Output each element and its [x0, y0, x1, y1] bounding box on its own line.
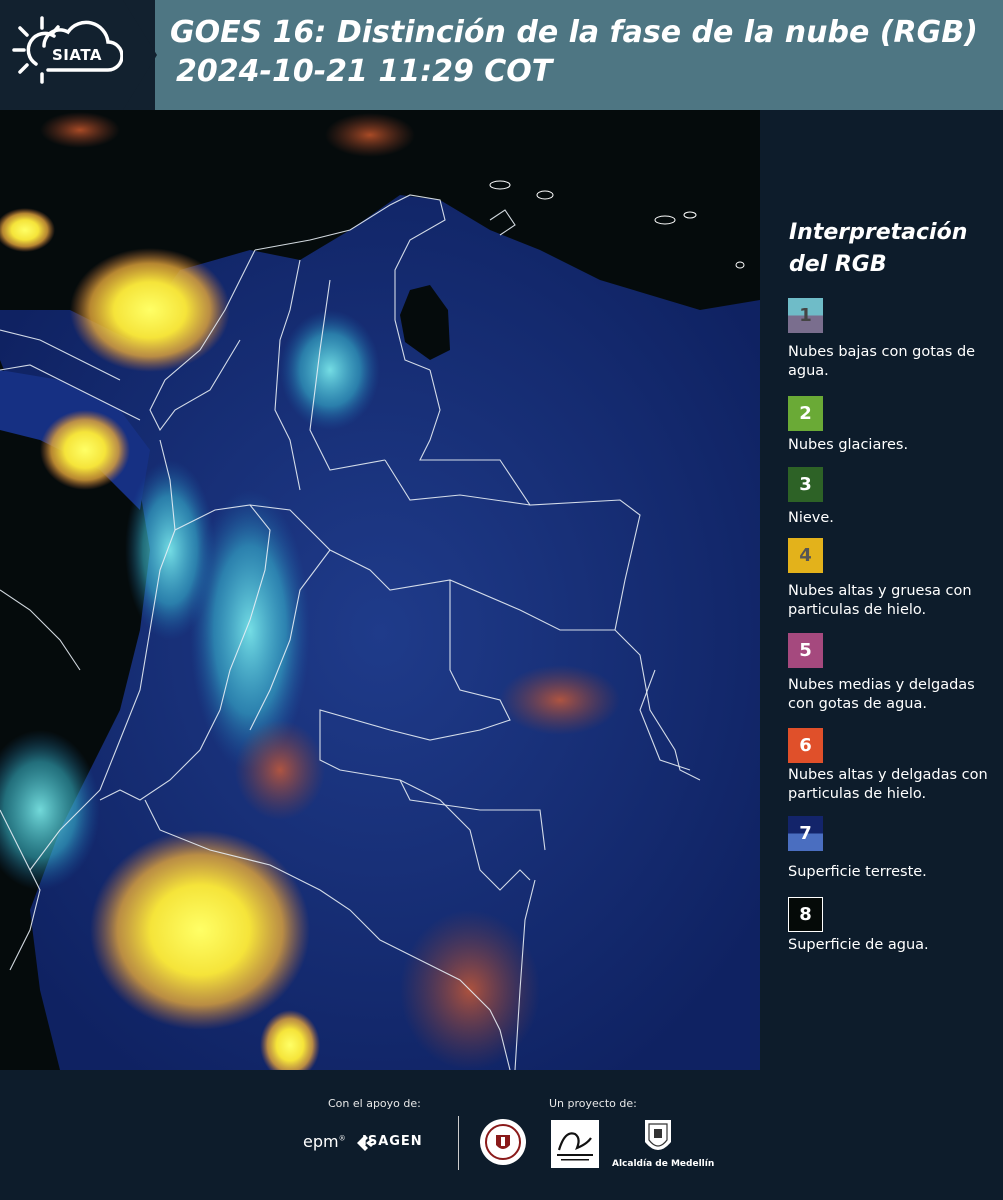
university-seal-icon: [480, 1119, 526, 1165]
legend-panel: Interpretación del RGB 1 Nubes bajas con …: [760, 110, 1003, 1070]
legend-title-line1: Interpretación: [789, 220, 968, 245]
epm-logo: epm®: [303, 1132, 346, 1151]
alcaldia-label: Alcaldía de Medellín: [612, 1159, 715, 1169]
legend-title-line2: del RGB: [789, 252, 887, 277]
legend-label-6: Nubes altas y delgadas con particulas de…: [788, 767, 988, 802]
legend-swatch-8: 8: [788, 897, 823, 932]
legend-swatch-number: 7: [799, 823, 812, 844]
epm-logo-text: epm: [303, 1132, 339, 1151]
legend-swatch-3: 3: [788, 467, 823, 502]
legend-label-3: Nieve.: [788, 510, 834, 526]
legend-swatch-number: 5: [799, 640, 812, 661]
page-timestamp: 2024-10-21 11:29 COT: [176, 54, 553, 89]
rgb-satellite-image: [0, 110, 760, 1070]
legend-label-4: Nubes altas y gruesa con particulas de h…: [788, 583, 972, 618]
footer: Con el apoyo de: Un proyecto de: epm® IS…: [0, 1070, 1003, 1200]
legend-swatch-number: 1: [799, 305, 812, 326]
page-title: GOES 16: Distinción de la fase de la nub…: [170, 15, 978, 50]
brand-name: SIATA: [52, 46, 103, 64]
legend-swatch-2: 2: [788, 396, 823, 431]
legend-swatch-4: 4: [788, 538, 823, 573]
footer-divider: [458, 1116, 459, 1170]
header-bar: SIATA GOES 16: Distinción de la fase de …: [0, 0, 1003, 110]
legend-label-5: Nubes medias y delgadas con gotas de agu…: [788, 677, 975, 712]
legend-swatch-number: 4: [799, 545, 812, 566]
support-label: Con el apoyo de:: [328, 1097, 421, 1110]
medellin-shield-icon: [645, 1120, 671, 1150]
legend-title: Interpretación del RGB: [789, 217, 967, 281]
legend-label-2: Nubes glaciares.: [788, 437, 909, 453]
legend-swatch-6: 6: [788, 728, 823, 763]
legend-swatch-number: 3: [799, 474, 812, 495]
satellite-map: [0, 110, 760, 1070]
project-label: Un proyecto de:: [549, 1097, 637, 1110]
legend-swatch-1: 1: [788, 298, 823, 333]
logo-arrow: [123, 0, 157, 110]
legend-label-1: Nubes bajas con gotas de agua.: [788, 344, 976, 379]
legend-swatch-number: 6: [799, 735, 812, 756]
legend-swatch-number: 8: [799, 904, 812, 925]
legend-swatch-7: 7: [788, 816, 823, 851]
legend-label-8: Superficie de agua.: [788, 937, 929, 953]
isagen-logo: ISAGEN: [362, 1134, 423, 1149]
legend-swatch-5: 5: [788, 633, 823, 668]
area-metropolitana-logo: [551, 1120, 599, 1168]
legend-swatch-number: 2: [799, 403, 812, 424]
legend-label-7: Superficie terreste.: [788, 864, 927, 880]
